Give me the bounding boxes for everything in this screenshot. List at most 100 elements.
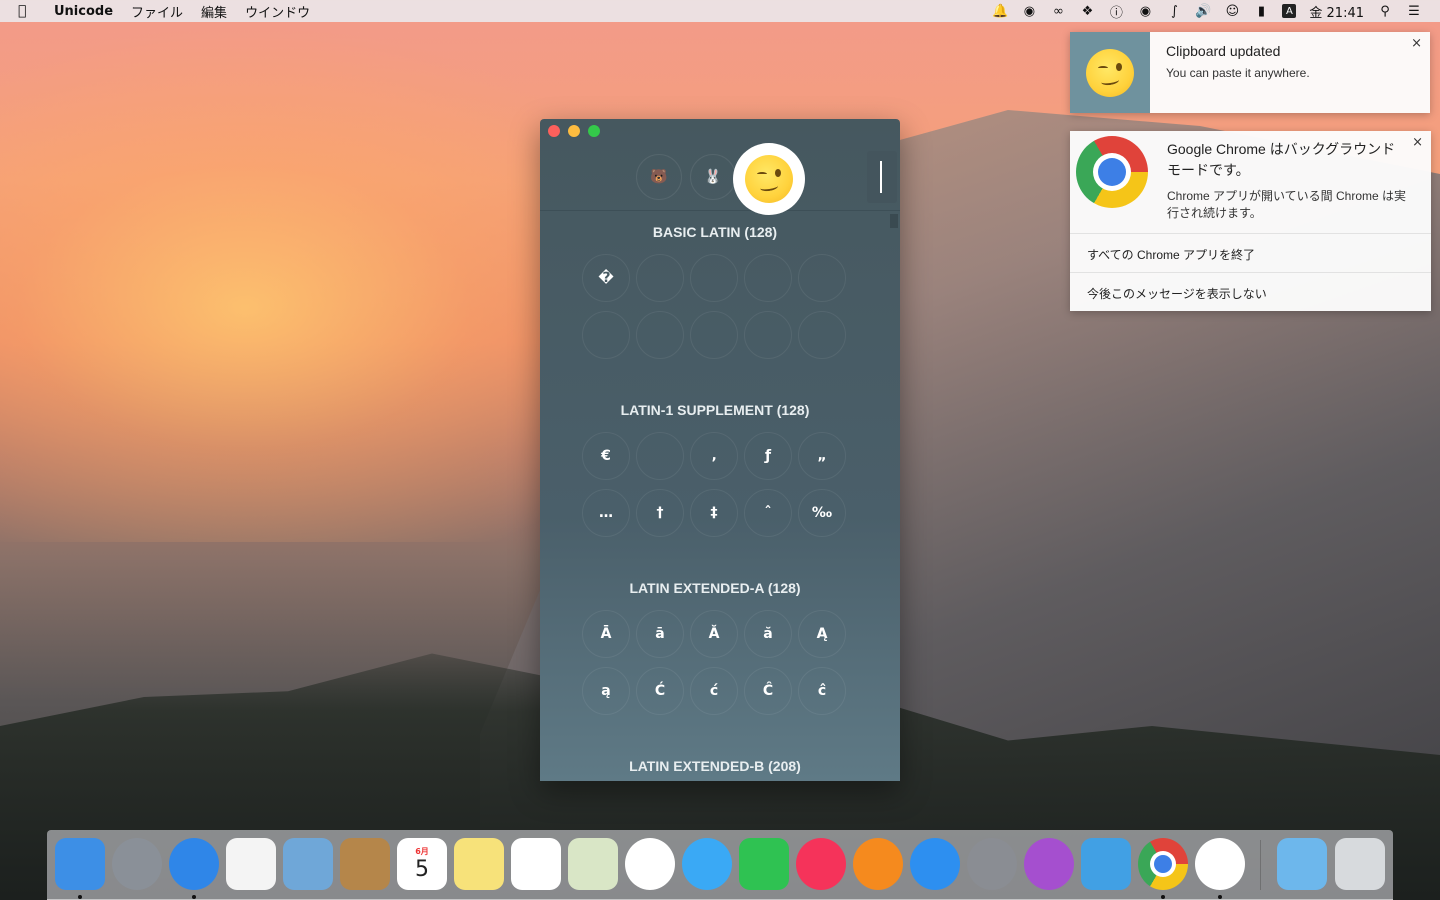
menu-bar:  Unicode ファイル 編集 ウインドウ 🔔 ◉ ∞ ❖ ⓘ ◉ ∫ 🔊 … bbox=[0, 0, 1440, 22]
facetime-icon[interactable] bbox=[739, 838, 789, 890]
char-cell[interactable]: ƒ bbox=[744, 432, 792, 480]
char-cell[interactable]: Ĉ bbox=[744, 667, 792, 715]
photos-viewer-icon[interactable] bbox=[568, 838, 618, 890]
minimize-window-button[interactable] bbox=[568, 125, 580, 137]
notification-title: Google Chrome はバックグラウンドモードです。 bbox=[1167, 141, 1396, 178]
mail-icon[interactable] bbox=[283, 838, 333, 890]
char-cell[interactable]: € bbox=[582, 432, 630, 480]
char-cell[interactable]: ‰ bbox=[798, 489, 846, 537]
char-cell[interactable] bbox=[798, 254, 846, 302]
char-cell[interactable]: … bbox=[582, 489, 630, 537]
clipboard-notification[interactable]: Clipboard updated You can paste it anywh… bbox=[1070, 32, 1430, 113]
char-cell[interactable]: ć bbox=[690, 667, 738, 715]
close-window-button[interactable] bbox=[548, 125, 560, 137]
tweetbot-icon[interactable] bbox=[1081, 838, 1131, 890]
calendar-month-label: 6月 bbox=[415, 847, 429, 856]
char-cell[interactable] bbox=[744, 311, 792, 359]
menu-window[interactable]: ウインドウ bbox=[245, 2, 310, 21]
quit-chrome-apps-button[interactable]: すべての Chrome アプリを終了 bbox=[1087, 246, 1255, 263]
notification-thumbnail bbox=[1070, 32, 1150, 113]
app-store-icon[interactable] bbox=[910, 838, 960, 890]
char-cell[interactable]: � bbox=[582, 254, 630, 302]
char-cell[interactable]: Ă bbox=[690, 610, 738, 658]
unicode-app-icon[interactable] bbox=[1195, 838, 1245, 890]
downloads-folder-icon[interactable] bbox=[1277, 838, 1327, 890]
rabbit-emoji-icon[interactable]: 🐰 bbox=[690, 154, 736, 200]
airplay-icon[interactable]: ◉ bbox=[1021, 3, 1037, 19]
spotlight-icon[interactable]: ⚲ bbox=[1377, 3, 1393, 19]
char-cell[interactable] bbox=[798, 311, 846, 359]
reminders-icon[interactable] bbox=[511, 838, 561, 890]
photo-booth-grid-icon[interactable] bbox=[226, 838, 276, 890]
emoji-tab-bar: 🐻 🐰 bbox=[540, 139, 900, 215]
char-cell[interactable]: „ bbox=[798, 432, 846, 480]
char-cell[interactable] bbox=[744, 254, 792, 302]
app-2-icon[interactable]: ◉ bbox=[1137, 3, 1153, 19]
winking-face-emoji bbox=[745, 155, 793, 203]
char-cell[interactable]: ˆ bbox=[744, 489, 792, 537]
chrome-notification[interactable]: Google Chrome はバックグラウンドモードです。 Chrome アプリ… bbox=[1070, 131, 1431, 311]
calendar-day-label: 5 bbox=[415, 857, 429, 882]
close-icon[interactable]: × bbox=[1412, 135, 1423, 150]
notification-bell-icon[interactable]: 🔔 bbox=[992, 3, 1008, 19]
section-title: LATIN EXTENDED-B (208) bbox=[629, 758, 801, 774]
tab-scroll-handle[interactable] bbox=[867, 151, 897, 203]
launchpad-icon[interactable] bbox=[112, 838, 162, 890]
char-cell[interactable]: Ć bbox=[636, 667, 684, 715]
section-title: LATIN-1 SUPPLEMENT (128) bbox=[620, 402, 810, 418]
menu-app-name[interactable]: Unicode bbox=[54, 4, 113, 19]
contacts-icon[interactable] bbox=[340, 838, 390, 890]
battery-icon[interactable]: ▮ bbox=[1253, 3, 1269, 19]
char-cell[interactable]: ‡ bbox=[690, 489, 738, 537]
char-cell[interactable] bbox=[636, 311, 684, 359]
chrome-icon[interactable] bbox=[1138, 838, 1188, 890]
wifi-icon[interactable]: ☺ bbox=[1224, 3, 1240, 19]
char-cell[interactable] bbox=[636, 432, 684, 480]
bluetooth-icon[interactable]: ∫ bbox=[1166, 3, 1182, 19]
notes-icon[interactable] bbox=[454, 838, 504, 890]
trash-icon[interactable] bbox=[1335, 838, 1385, 890]
menu-file[interactable]: ファイル bbox=[131, 2, 183, 21]
finder-icon[interactable] bbox=[55, 838, 105, 890]
apple-logo-icon[interactable]:  bbox=[18, 3, 38, 19]
safari-icon[interactable] bbox=[169, 838, 219, 890]
calendar-icon[interactable]: 6月 5 bbox=[397, 838, 447, 890]
char-cell[interactable] bbox=[636, 254, 684, 302]
bear-emoji-icon[interactable]: 🐻 bbox=[636, 154, 682, 200]
char-cell[interactable] bbox=[690, 311, 738, 359]
winking-face-icon[interactable] bbox=[733, 143, 805, 215]
dont-show-again-button[interactable]: 今後このメッセージを表示しない bbox=[1087, 285, 1267, 302]
notification-body: Chrome アプリが開いている間 Chrome は実行され続けます。 bbox=[1167, 189, 1407, 220]
menu-edit[interactable]: 編集 bbox=[201, 2, 227, 21]
messages-icon[interactable] bbox=[682, 838, 732, 890]
zoom-window-button[interactable] bbox=[588, 125, 600, 137]
ibooks-icon[interactable] bbox=[853, 838, 903, 890]
menu-clock[interactable]: 金 21:41 bbox=[1309, 2, 1364, 21]
itunes-icon[interactable] bbox=[796, 838, 846, 890]
running-indicator bbox=[192, 895, 196, 899]
system-preferences-icon[interactable] bbox=[967, 838, 1017, 890]
char-cell[interactable]: ă bbox=[744, 610, 792, 658]
photos-icon[interactable] bbox=[625, 838, 675, 890]
app-1-icon[interactable]: ⓘ bbox=[1108, 3, 1124, 21]
running-indicator bbox=[1161, 895, 1165, 899]
char-cell[interactable]: ‚ bbox=[690, 432, 738, 480]
char-cell[interactable]: Ą bbox=[798, 610, 846, 658]
volume-icon[interactable]: 🔊 bbox=[1195, 3, 1211, 19]
scrollbar[interactable] bbox=[890, 214, 898, 228]
char-cell[interactable]: † bbox=[636, 489, 684, 537]
section-title: LATIN EXTENDED-A (128) bbox=[629, 580, 801, 596]
char-cell[interactable] bbox=[582, 311, 630, 359]
dropbox-icon[interactable]: ❖ bbox=[1079, 3, 1095, 19]
divider bbox=[1070, 233, 1431, 234]
input-source-icon[interactable]: A bbox=[1282, 4, 1297, 18]
char-cell[interactable]: ą bbox=[582, 667, 630, 715]
char-cell[interactable] bbox=[690, 254, 738, 302]
notification-center-icon[interactable]: ☰ bbox=[1406, 3, 1422, 19]
close-icon[interactable]: × bbox=[1411, 36, 1422, 51]
glasses-icon[interactable]: ∞ bbox=[1050, 3, 1066, 19]
instastats-icon[interactable] bbox=[1024, 838, 1074, 890]
char-cell[interactable]: ĉ bbox=[798, 667, 846, 715]
char-cell[interactable]: Ā bbox=[582, 610, 630, 658]
char-cell[interactable]: ā bbox=[636, 610, 684, 658]
